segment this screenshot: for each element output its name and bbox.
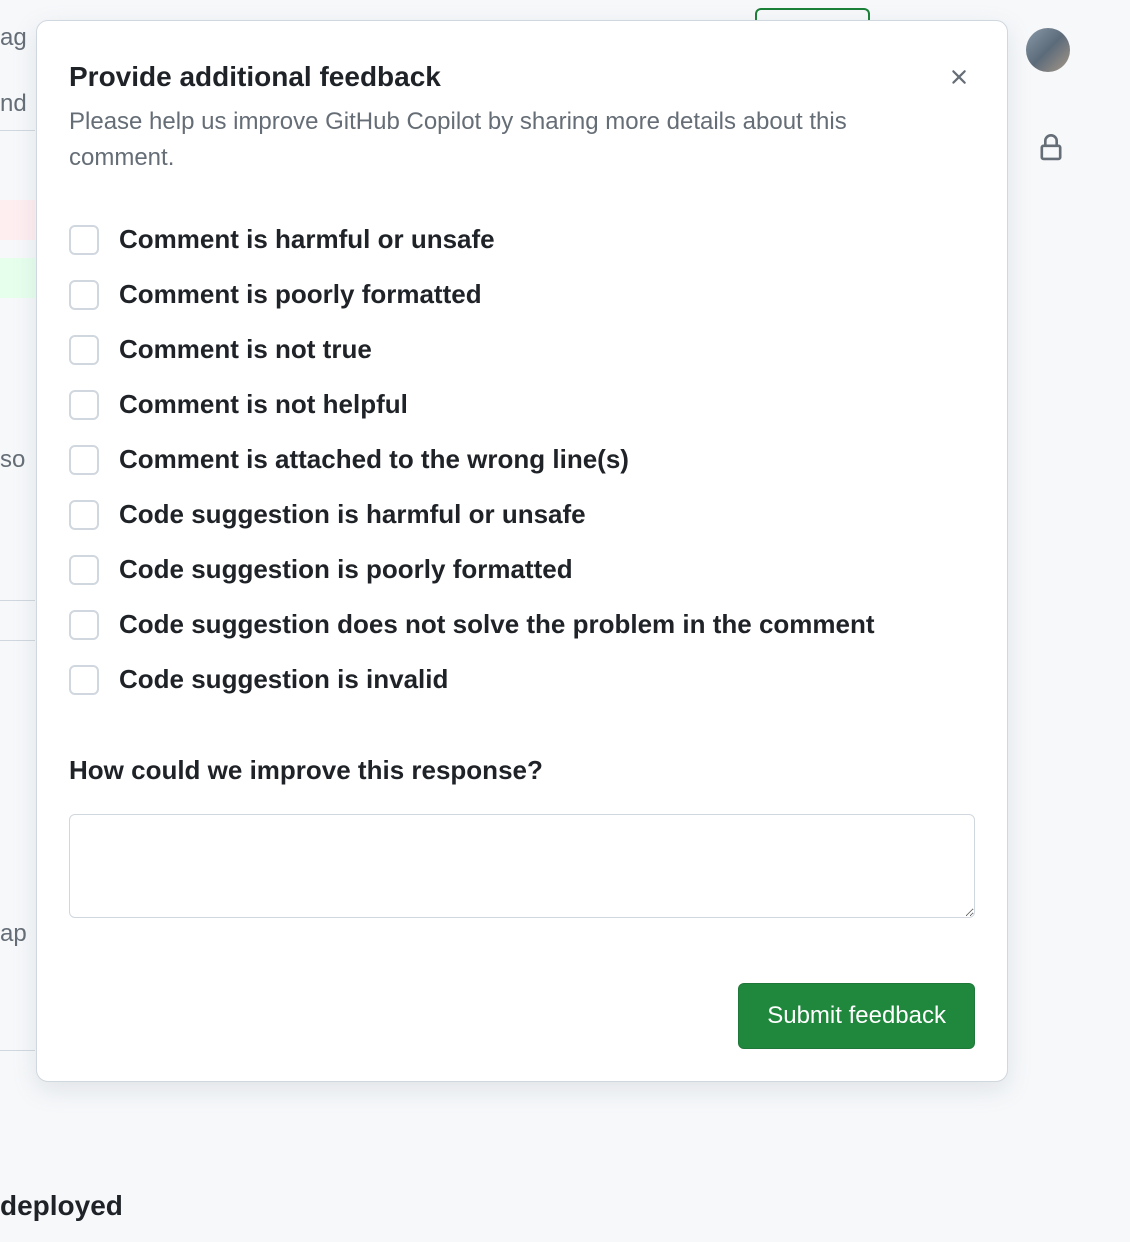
checkbox-input[interactable]: [69, 555, 99, 585]
checkbox-item-not-true[interactable]: Comment is not true: [69, 334, 975, 365]
checkbox-input[interactable]: [69, 225, 99, 255]
checkbox-label: Comment is attached to the wrong line(s): [119, 444, 629, 475]
checkbox-label: Comment is not true: [119, 334, 372, 365]
checkbox-label: Code suggestion does not solve the probl…: [119, 609, 875, 640]
checkbox-label: Comment is poorly formatted: [119, 279, 482, 310]
checkbox-input[interactable]: [69, 390, 99, 420]
checkbox-input[interactable]: [69, 280, 99, 310]
checkbox-item-poorly-formatted-comment[interactable]: Comment is poorly formatted: [69, 279, 975, 310]
modal-subtitle: Please help us improve GitHub Copilot by…: [69, 104, 919, 176]
modal-title: Provide additional feedback: [69, 61, 441, 93]
modal-footer: Submit feedback: [69, 983, 975, 1049]
close-icon: [947, 65, 971, 92]
improve-textarea[interactable]: [69, 814, 975, 918]
modal-header: Provide additional feedback: [69, 61, 975, 96]
checkbox-list: Comment is harmful or unsafe Comment is …: [69, 224, 975, 695]
checkbox-item-not-helpful[interactable]: Comment is not helpful: [69, 389, 975, 420]
feedback-modal: Provide additional feedback Please help …: [36, 20, 1008, 1082]
submit-feedback-button[interactable]: Submit feedback: [738, 983, 975, 1049]
checkbox-item-wrong-line[interactable]: Comment is attached to the wrong line(s): [69, 444, 975, 475]
checkbox-item-poorly-formatted-suggestion[interactable]: Code suggestion is poorly formatted: [69, 554, 975, 585]
checkbox-item-invalid-suggestion[interactable]: Code suggestion is invalid: [69, 664, 975, 695]
checkbox-input[interactable]: [69, 335, 99, 365]
checkbox-item-harmful-suggestion[interactable]: Code suggestion is harmful or unsafe: [69, 499, 975, 530]
checkbox-input[interactable]: [69, 665, 99, 695]
modal-overlay: Provide additional feedback Please help …: [0, 0, 1130, 1242]
improve-prompt-label: How could we improve this response?: [69, 755, 975, 786]
checkbox-label: Comment is harmful or unsafe: [119, 224, 495, 255]
checkbox-item-harmful-comment[interactable]: Comment is harmful or unsafe: [69, 224, 975, 255]
close-button[interactable]: [943, 61, 975, 96]
checkbox-input[interactable]: [69, 445, 99, 475]
checkbox-label: Code suggestion is poorly formatted: [119, 554, 573, 585]
checkbox-label: Code suggestion is invalid: [119, 664, 448, 695]
checkbox-label: Code suggestion is harmful or unsafe: [119, 499, 586, 530]
checkbox-input[interactable]: [69, 610, 99, 640]
checkbox-input[interactable]: [69, 500, 99, 530]
checkbox-item-does-not-solve[interactable]: Code suggestion does not solve the probl…: [69, 609, 975, 640]
checkbox-label: Comment is not helpful: [119, 389, 408, 420]
